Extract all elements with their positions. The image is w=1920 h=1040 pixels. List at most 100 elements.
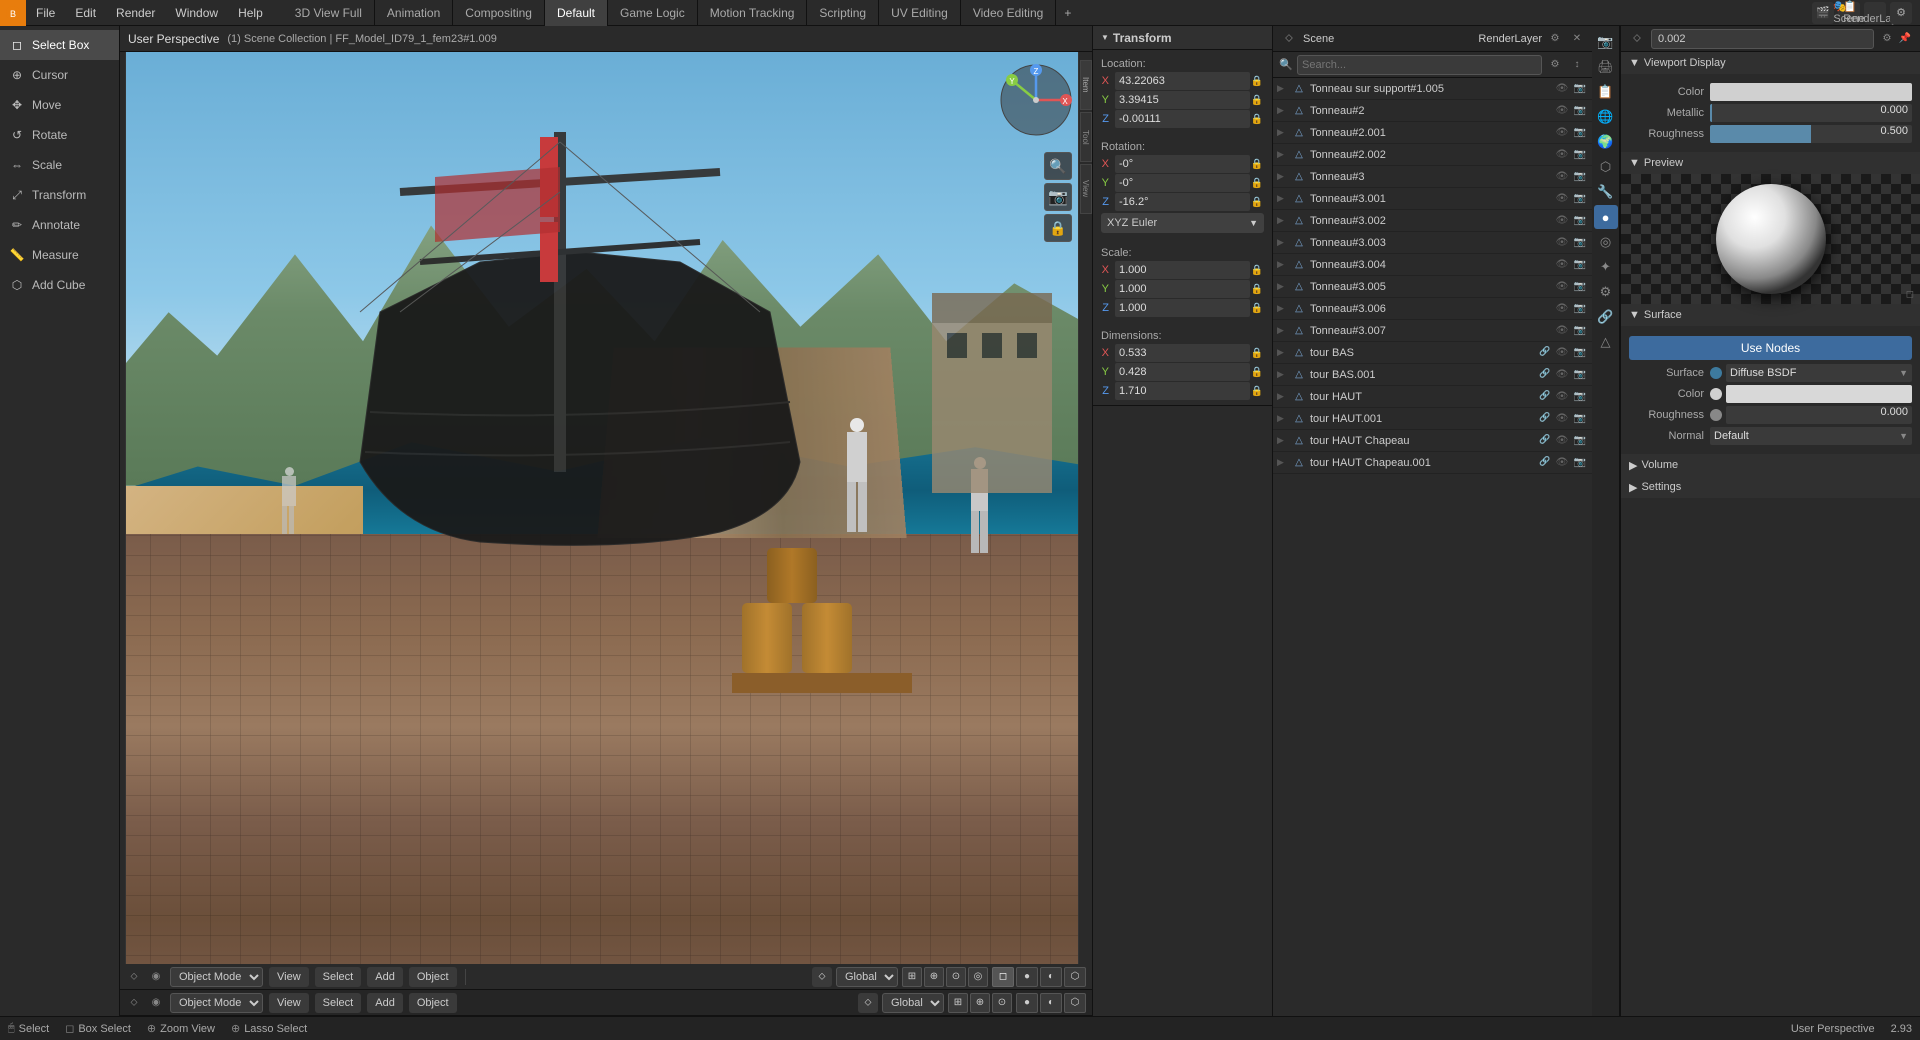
scale-z-lock[interactable]: 🔒 xyxy=(1250,301,1264,315)
view-menu-btn-1[interactable]: View xyxy=(269,967,309,987)
location-y-field[interactable]: 3.39415 xyxy=(1115,91,1250,109)
outliner-item[interactable]: ▶△Tonneau#2.001👁📷 xyxy=(1273,122,1592,144)
outliner-item[interactable]: ▶△tour HAUT Chapeau🔗👁📷 xyxy=(1273,430,1592,452)
outliner-item[interactable]: ▶△tour HAUT.001🔗👁📷 xyxy=(1273,408,1592,430)
n-panel-view[interactable]: View xyxy=(1080,164,1092,214)
render-vis-icon[interactable]: 📷 xyxy=(1572,125,1588,141)
outliner-editor-icon[interactable]: ⬦ xyxy=(1279,29,1299,49)
object-menu-btn-1[interactable]: Object xyxy=(409,967,457,987)
visibility-icon[interactable]: 👁 xyxy=(1554,279,1570,295)
render-vis-icon[interactable]: 📷 xyxy=(1572,169,1588,185)
location-x-field[interactable]: 43.22063 xyxy=(1115,72,1250,90)
props-constraints-icon[interactable]: 🔗 xyxy=(1594,305,1618,329)
tab-3dview-full[interactable]: 3D View Full xyxy=(283,0,375,26)
outliner-item[interactable]: ▶△tour BAS.001🔗👁📷 xyxy=(1273,364,1592,386)
props-material-icon[interactable]: ● xyxy=(1594,205,1618,229)
render-vis-icon[interactable]: 📷 xyxy=(1572,213,1588,229)
add-workspace-button[interactable]: + xyxy=(1056,0,1079,26)
location-y-lock[interactable]: 🔒 xyxy=(1250,93,1264,107)
outliner-item[interactable]: ▶△Tonneau#3.002👁📷 xyxy=(1273,210,1592,232)
menu-file[interactable]: File xyxy=(26,0,65,26)
rotation-y-lock[interactable]: 🔒 xyxy=(1250,176,1264,190)
wireframe-shade-btn-2[interactable]: ⬡ xyxy=(1064,993,1086,1013)
add-menu-btn-1[interactable]: Add xyxy=(367,967,403,987)
tab-uv-editing[interactable]: UV Editing xyxy=(879,0,961,26)
visibility-icon[interactable]: 👁 xyxy=(1554,213,1570,229)
dim-y-lock[interactable]: 🔒 xyxy=(1250,365,1264,379)
add-menu-btn-2[interactable]: Add xyxy=(367,993,403,1013)
location-z-field[interactable]: -0.00111 xyxy=(1115,110,1250,128)
snap-btn-2[interactable]: ⊕ xyxy=(970,993,990,1013)
tool-measure[interactable]: 📏 Measure xyxy=(0,240,119,270)
outliner-filter-icon[interactable]: ⚙ xyxy=(1546,30,1564,48)
dim-y-field[interactable]: 0.428 xyxy=(1115,363,1250,381)
props-view-layer-icon[interactable]: 📋 xyxy=(1594,80,1618,104)
viewport-config-btn-2[interactable]: ◉ xyxy=(148,995,164,1011)
dim-z-field[interactable]: 1.710 xyxy=(1115,382,1250,400)
editor-type-btn-1[interactable]: ⬦ xyxy=(126,969,142,985)
props-objectdata-icon[interactable]: △ xyxy=(1594,330,1618,354)
settings-header[interactable]: ▶ Settings xyxy=(1621,476,1920,498)
outliner-item[interactable]: ▶△tour HAUT🔗👁📷 xyxy=(1273,386,1592,408)
props-output-icon[interactable]: 🖨 xyxy=(1594,55,1618,79)
outliner-item[interactable]: ▶△Tonneau#3.005👁📷 xyxy=(1273,276,1592,298)
render-vis-icon[interactable]: 📷 xyxy=(1572,433,1588,449)
render-vis-icon[interactable]: 📷 xyxy=(1572,279,1588,295)
visibility-icon[interactable]: 👁 xyxy=(1554,367,1570,383)
constraint-icon[interactable]: 🔗 xyxy=(1538,455,1552,469)
roughness2-field[interactable]: 0.000 xyxy=(1726,406,1912,424)
props-filter-icon[interactable]: ⚙ xyxy=(1878,30,1896,48)
surface-bsdf-select[interactable]: Diffuse BSDF ▼ xyxy=(1726,364,1912,382)
tool-move[interactable]: ✥ Move xyxy=(0,90,119,120)
visibility-icon[interactable]: 👁 xyxy=(1554,103,1570,119)
tab-animation[interactable]: Animation xyxy=(375,0,453,26)
constraint-icon[interactable]: 🔗 xyxy=(1538,345,1552,359)
props-modifiers-icon[interactable]: 🔧 xyxy=(1594,180,1618,204)
outliner-filter-btn[interactable]: ⚙ xyxy=(1546,56,1564,74)
render-shade-btn-2[interactable]: ● xyxy=(1016,993,1038,1013)
material-shade-btn-2[interactable]: ◐ xyxy=(1040,993,1062,1013)
transform-panel-header[interactable]: ▼ Transform xyxy=(1093,26,1272,50)
wireframe-shade-btn-1[interactable]: ⬡ xyxy=(1064,967,1086,987)
props-editor-icon[interactable]: ⬦ xyxy=(1627,29,1647,49)
render-vis-icon[interactable]: 📷 xyxy=(1572,455,1588,471)
rotation-z-lock[interactable]: 🔒 xyxy=(1250,195,1264,209)
euler-mode-select[interactable]: XYZ Euler ▼ xyxy=(1101,213,1264,233)
rotation-x-lock[interactable]: 🔒 xyxy=(1250,157,1264,171)
outliner-item[interactable]: ▶△Tonneau sur support#1.005👁📷 xyxy=(1273,78,1592,100)
viewport-icon-2[interactable]: ⬦ xyxy=(858,993,878,1013)
outliner-item[interactable]: ▶△Tonneau#2.002👁📷 xyxy=(1273,144,1592,166)
viewport-gizmo[interactable]: X Y Z xyxy=(996,60,1076,140)
tool-scale[interactable]: ⇔ Scale xyxy=(0,150,119,180)
location-z-lock[interactable]: 🔒 xyxy=(1250,112,1264,126)
tool-add-cube[interactable]: ⬡ Add Cube xyxy=(0,270,119,300)
props-pin-icon[interactable]: 📌 xyxy=(1896,30,1914,48)
object-mode-select-2[interactable]: Object Mode xyxy=(170,993,263,1013)
rotation-y-field[interactable]: -0° xyxy=(1115,174,1250,192)
surface-header[interactable]: ▼ Surface xyxy=(1621,304,1920,326)
dim-x-lock[interactable]: 🔒 xyxy=(1250,346,1264,360)
outliner-item[interactable]: ▶△Tonneau#3.004👁📷 xyxy=(1273,254,1592,276)
tab-compositing[interactable]: Compositing xyxy=(453,0,545,26)
outliner-item[interactable]: ▶△Tonneau#3.003👁📷 xyxy=(1273,232,1592,254)
global-select-1[interactable]: Global xyxy=(836,967,898,987)
visibility-icon[interactable]: 👁 xyxy=(1554,411,1570,427)
tool-annotate[interactable]: ✏ Annotate xyxy=(0,210,119,240)
visibility-icon[interactable]: 👁 xyxy=(1554,455,1570,471)
camera-btn[interactable]: 📷 xyxy=(1044,183,1072,211)
render-vis-icon[interactable]: 📷 xyxy=(1572,323,1588,339)
constraint-icon[interactable]: 🔗 xyxy=(1538,433,1552,447)
props-physics-icon[interactable]: ⚙ xyxy=(1594,280,1618,304)
visibility-icon[interactable]: 👁 xyxy=(1554,257,1570,273)
render-vis-icon[interactable]: 📷 xyxy=(1572,389,1588,405)
global-select-2[interactable]: Global xyxy=(882,993,944,1013)
viewport-icon-1[interactable]: ⬦ xyxy=(812,967,832,987)
volume-header[interactable]: ▶ Volume xyxy=(1621,454,1920,476)
view-lock-btn[interactable]: 🔒 xyxy=(1044,214,1072,242)
visibility-icon[interactable]: 👁 xyxy=(1554,147,1570,163)
filter-icon[interactable]: ⚙ xyxy=(1890,2,1912,24)
tool-rotate[interactable]: ↺ Rotate xyxy=(0,120,119,150)
n-panel-item[interactable]: Item xyxy=(1080,60,1092,110)
props-render-icon[interactable]: 📷 xyxy=(1594,30,1618,54)
menu-edit[interactable]: Edit xyxy=(65,0,106,26)
